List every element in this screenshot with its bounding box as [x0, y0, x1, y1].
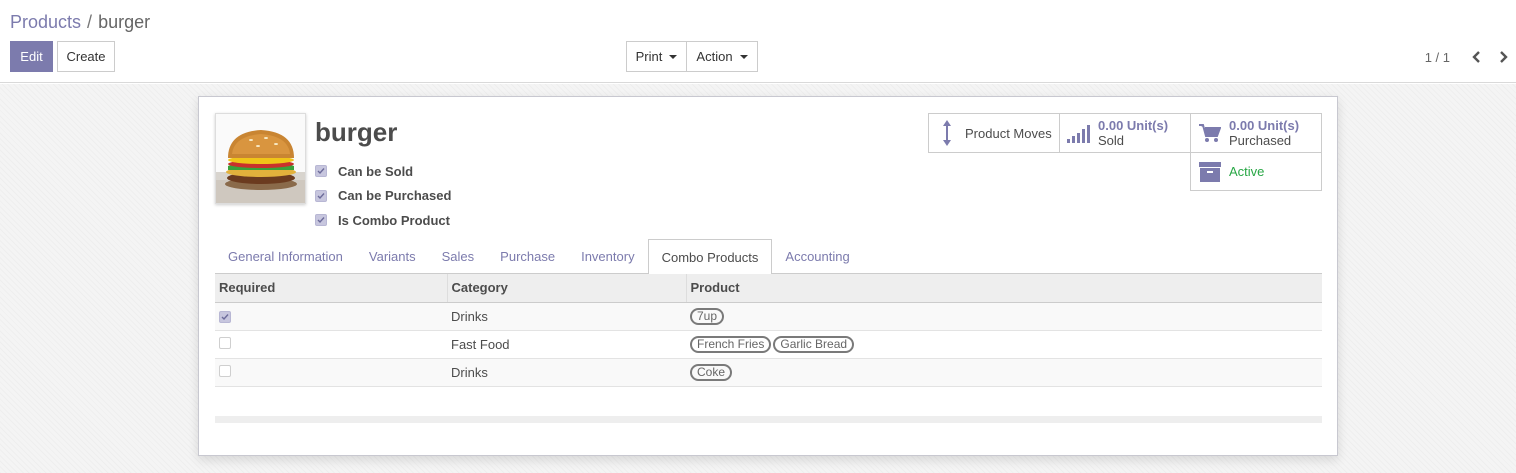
active-toggle-button[interactable]: Active [1190, 152, 1322, 191]
required-checkbox[interactable] [219, 336, 231, 349]
flag-is-combo-product: Is Combo Product [315, 208, 451, 233]
product-cell: French Fries Garlic Bread [686, 330, 1322, 359]
product-flags: Can be Sold Can be Purchased Is Combo Pr… [315, 159, 451, 233]
table-row[interactable]: Drinks Coke [215, 358, 1322, 387]
edit-button[interactable]: Edit [10, 41, 53, 72]
tab-purchase[interactable]: Purchase [487, 239, 568, 274]
active-label: Active [1229, 164, 1265, 179]
required-cell [215, 358, 447, 387]
arrows-v-icon [929, 119, 965, 147]
combo-products-table: Required Category Product Drinks 7up Fas… [215, 274, 1322, 387]
purchased-text: 0.00 Unit(s) Purchased [1229, 118, 1299, 148]
category-cell: Fast Food [447, 330, 686, 359]
action-label: Action [696, 49, 733, 64]
can-be-sold-label: Can be Sold [338, 163, 414, 179]
can-be-sold-checkbox[interactable] [315, 165, 327, 178]
tab-inventory[interactable]: Inventory [568, 239, 647, 274]
table-row[interactable]: Fast Food French Fries Garlic Bread [215, 330, 1322, 359]
pager-previous-button[interactable] [1464, 47, 1490, 67]
print-label: Print [635, 49, 663, 64]
signal-icon [1060, 123, 1098, 143]
notebook-tabs: General Information Variants Sales Purch… [215, 239, 1322, 275]
create-button[interactable]: Create [57, 41, 115, 72]
product-tag[interactable]: Garlic Bread [773, 335, 855, 353]
form-sheet: burger Can be Sold Can be Purchased Is C… [198, 96, 1338, 456]
tab-sales[interactable]: Sales [429, 239, 488, 274]
tab-variants[interactable]: Variants [356, 239, 429, 274]
caret-down-icon [669, 54, 678, 59]
product-tag[interactable]: French Fries [690, 335, 772, 353]
can-be-purchased-checkbox[interactable] [315, 189, 327, 202]
table-row[interactable]: Drinks 7up [215, 302, 1322, 331]
breadcrumb: Products / burger [10, 12, 150, 33]
tab-accounting[interactable]: Accounting [772, 239, 862, 274]
is-combo-product-checkbox[interactable] [315, 214, 327, 227]
purchased-label: Purchased [1229, 133, 1292, 148]
cart-icon [1191, 123, 1229, 143]
purchased-value: 0.00 Unit(s) [1229, 118, 1300, 133]
pager-next-button[interactable] [1490, 47, 1516, 67]
check-icon [221, 313, 229, 320]
required-cell [215, 302, 447, 331]
column-header-product[interactable]: Product [685, 274, 1322, 303]
pager: 1 / 1 [1425, 47, 1516, 67]
breadcrumb-current: burger [98, 12, 151, 32]
flag-can-be-purchased: Can be Purchased [315, 184, 451, 209]
print-dropdown[interactable]: Print [626, 41, 687, 72]
breadcrumb-separator: / [87, 12, 93, 32]
check-icon [317, 217, 325, 224]
required-cell [215, 330, 447, 359]
check-icon [317, 168, 325, 175]
required-checkbox[interactable] [219, 310, 231, 323]
required-checkbox[interactable] [219, 364, 231, 377]
tab-combo-products[interactable]: Combo Products [647, 239, 773, 275]
product-image[interactable] [215, 113, 306, 204]
sold-value: 0.00 Unit(s) [1098, 118, 1169, 133]
check-icon [317, 192, 325, 199]
chevron-left-icon [1472, 51, 1480, 63]
can-be-purchased-label: Can be Purchased [338, 188, 452, 204]
breadcrumb-products-link[interactable]: Products [10, 12, 81, 32]
tab-general-information[interactable]: General Information [215, 239, 356, 274]
is-combo-product-label: Is Combo Product [338, 212, 450, 228]
column-header-required[interactable]: Required [215, 274, 447, 303]
product-tag[interactable]: Coke [690, 363, 733, 381]
pager-value[interactable]: 1 / 1 [1425, 50, 1450, 65]
sold-text: 0.00 Unit(s) Sold [1098, 118, 1168, 148]
product-cell: 7up [686, 302, 1322, 331]
flag-can-be-sold: Can be Sold [315, 159, 451, 184]
caret-down-icon [739, 54, 748, 59]
product-cell: Coke [686, 358, 1322, 387]
product-tag[interactable]: 7up [690, 307, 725, 325]
column-header-category[interactable]: Category [446, 274, 686, 303]
burger-photo-icon [216, 114, 305, 203]
archive-icon [1191, 161, 1229, 182]
action-dropdown[interactable]: Action [686, 41, 758, 72]
sold-label: Sold [1098, 133, 1125, 148]
category-cell: Drinks [447, 358, 686, 387]
product-moves-label: Product Moves [965, 125, 1052, 141]
sold-button[interactable]: 0.00 Unit(s) Sold [1059, 113, 1191, 153]
product-moves-button[interactable]: Product Moves [928, 113, 1060, 153]
product-name: burger [315, 117, 398, 147]
chevron-right-icon [1500, 51, 1508, 63]
table-footer [215, 416, 1322, 423]
category-cell: Drinks [447, 302, 686, 331]
control-panel: Products / burger Edit Create Print Action… [0, 0, 1516, 83]
purchased-button[interactable]: 0.00 Unit(s) Purchased [1190, 113, 1322, 153]
